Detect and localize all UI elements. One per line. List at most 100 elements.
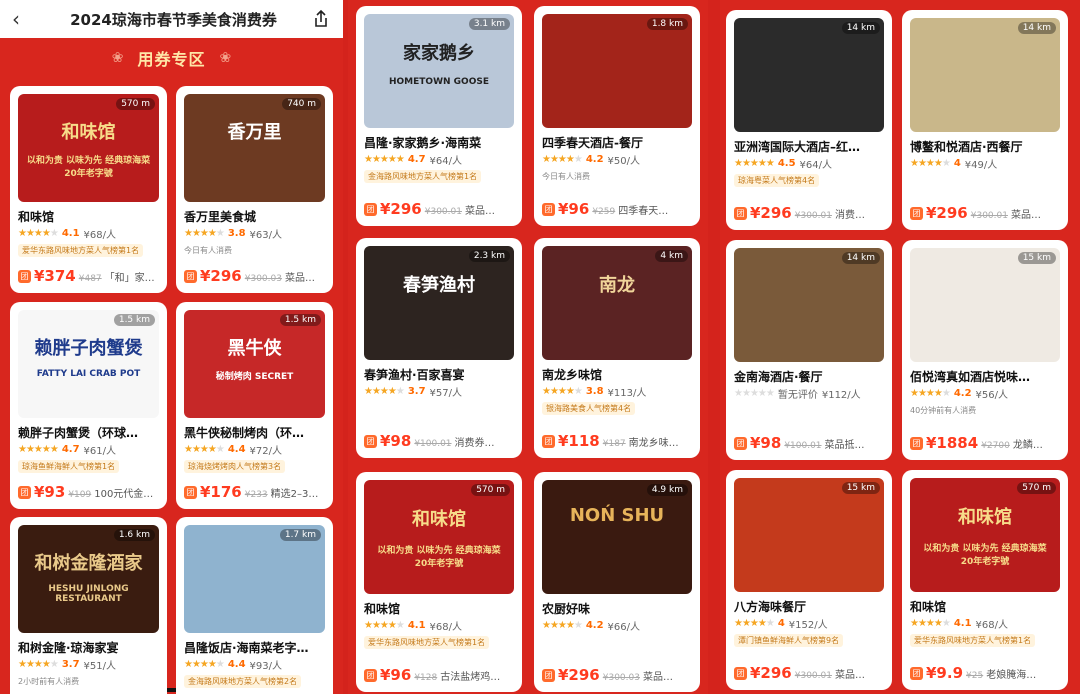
restaurant-card[interactable]: 香万里 740 m 香万里美食城 ★★★★★ 3.8 ¥63/人 今日有人消费团 ¥296 ¥3… xyxy=(176,86,333,293)
restaurant-photo[interactable]: 家家鹅乡 HOMETOWN GOOSE 3.1 km xyxy=(364,14,514,128)
restaurant-card[interactable]: 春笋渔村 2.3 km 春笋渔村·百家喜宴 ★★★★★ 3.7 ¥57/人团 ¥98 ¥100… xyxy=(356,238,522,458)
restaurant-card[interactable]: 家家鹅乡 HOMETOWN GOOSE 3.1 km 昌隆·家家鹅乡·海南菜 ★★★★★… xyxy=(356,6,522,226)
restaurant-photo[interactable]: 香万里 740 m xyxy=(184,94,325,202)
deal-price: ¥296 xyxy=(750,204,792,222)
restaurant-card[interactable]: NOŃ SHU 4.9 km 农厨好味 ★★★★★ 4.2 ¥66/人团 ¥296 ¥300.… xyxy=(534,472,700,692)
restaurant-name: 昌隆饭店·海南菜老字… xyxy=(184,641,309,655)
photo-subtitle-text: 以和为贵 以味为先 经典琼海菜 20年老字號 xyxy=(26,156,151,180)
deal-row[interactable]: 团 ¥98 ¥100.01 菜品抵… xyxy=(734,434,888,452)
average-price: ¥57/人 xyxy=(429,388,463,399)
rating-score: 4.2 xyxy=(953,388,972,399)
restaurant-card[interactable]: 和味馆 以和为贵 以味为先 经典琼海菜 20年老字號 570 m 和味馆 ★★★★★ 4.… xyxy=(902,470,1068,690)
deal-row[interactable]: 团 ¥9.9 ¥25 老娘腌海… xyxy=(910,664,1064,682)
restaurant-photo[interactable]: 赖胖子肉蟹煲 FATTY LAI CRAB POT 1.5 km xyxy=(18,310,159,418)
group-deal-icon: 团 xyxy=(18,485,31,499)
restaurant-card[interactable]: 1.7 km 昌隆饭店·海南菜老字… ★★★★★ 4.4 ¥93/人 金海路风味地方菜人气… xyxy=(176,517,333,694)
average-price: ¥72/人 xyxy=(249,446,283,457)
deal-row[interactable]: 团 ¥296 ¥300.03 菜品… xyxy=(542,666,696,684)
restaurant-photo[interactable]: NOŃ SHU 4.9 km xyxy=(542,480,692,594)
restaurant-photo[interactable]: 15 km xyxy=(910,248,1060,362)
rating-score: 3.8 xyxy=(585,386,604,397)
average-price: ¥152/人 xyxy=(788,620,828,631)
restaurant-card[interactable]: 黑牛侠 秘制烤肉 SECRET 1.5 km 黑牛侠秘制烤肉（环… ★★★★★ 4.4 ¥7… xyxy=(176,302,333,509)
deal-row[interactable]: 团 ¥1884 ¥2700 龙鳞… xyxy=(910,434,1064,452)
distance-badge: 15 km xyxy=(1017,252,1056,264)
restaurant-card[interactable]: 15 km 八方海味餐厅 ★★★★★ 4 ¥152/人 潭门镇鱼鲜海鲜人气榜第9名团 ¥29… xyxy=(726,470,892,690)
rating-score: 4.2 xyxy=(585,620,604,631)
deal-row[interactable]: 团 ¥96 ¥128 古法盐烤鸡… xyxy=(364,666,518,684)
rating-score: 4.2 xyxy=(585,154,604,165)
deal-row[interactable]: 团 ¥296 ¥300.01 菜品… xyxy=(910,204,1064,222)
restaurant-photo[interactable]: 1.7 km xyxy=(184,525,325,633)
restaurant-card[interactable]: 14 km 金南海酒店·餐厅 ★★★★★ 暂无评价 ¥112/人团 ¥98 ¥100.01 菜… xyxy=(726,240,892,460)
restaurant-photo[interactable]: 1.8 km xyxy=(542,14,692,128)
deal-price: ¥176 xyxy=(200,483,242,501)
group-deal-icon: 团 xyxy=(184,485,197,499)
deal-row[interactable]: 团 ¥296 ¥300.03 菜品… xyxy=(184,267,329,285)
deal-row[interactable]: 团 ¥296 ¥300.01 菜品… xyxy=(734,664,888,682)
restaurant-photo[interactable]: 南龙 4 km xyxy=(542,246,692,360)
distance-badge: 14 km xyxy=(1017,22,1056,34)
restaurant-card[interactable]: 15 km 佰悦湾真如酒店悦味… ★★★★★ 4.2 ¥56/人 40分钟前有人消费团 ¥1… xyxy=(902,240,1068,460)
restaurant-photo[interactable]: 和味馆 以和为贵 以味为先 经典琼海菜 20年老字號 570 m xyxy=(910,478,1060,592)
deal-row[interactable]: 团 ¥93 ¥109 100元代金… xyxy=(18,483,163,501)
restaurant-card[interactable]: 14 km 博鳌和悦酒店·西餐厅 ★★★★★ 4 ¥49/人团 ¥296 ¥300.01 菜品… xyxy=(902,10,1068,230)
deal-row[interactable]: 团 ¥98 ¥100.01 消费券… xyxy=(364,432,518,450)
deal-price: ¥118 xyxy=(558,432,600,450)
restaurant-name: 亚洲湾国际大酒店–红… xyxy=(734,140,861,154)
rating-stars: ★★★★★ xyxy=(734,388,775,399)
restaurant-photo[interactable]: 和味馆 以和为贵 以味为先 经典琼海菜 20年老字號 570 m xyxy=(364,480,514,594)
deal-row[interactable]: 团 ¥296 ¥300.01 消费… xyxy=(734,204,888,222)
original-price: ¥187 xyxy=(602,439,626,449)
distance-badge: 570 m xyxy=(116,98,155,110)
deal-row[interactable]: 团 ¥176 ¥233 精选2–3… xyxy=(184,483,329,501)
rating-score: 3.7 xyxy=(407,386,426,397)
restaurant-photo[interactable]: 14 km xyxy=(734,248,884,362)
rating-stars: ★★★★★ xyxy=(542,386,583,397)
group-deal-icon: 团 xyxy=(364,668,377,682)
restaurant-name: 春笋渔村·百家喜宴 xyxy=(364,368,465,382)
restaurant-card[interactable]: 和树金隆酒家 HESHU JINLONG RESTAURANT 1.6 km 和树金隆… xyxy=(10,517,167,694)
deal-name: 菜品… xyxy=(834,670,865,681)
rating-stars: ★★★★★ xyxy=(18,659,59,670)
group-deal-icon: 团 xyxy=(18,269,31,283)
restaurant-card[interactable]: 14 km 亚洲湾国际大酒店–红… ★★★★★ 4.5 ¥64/人 琼海粤菜人气榜第4名团… xyxy=(726,10,892,230)
restaurant-photo[interactable]: 14 km xyxy=(734,18,884,132)
restaurant-photo[interactable]: 15 km xyxy=(734,478,884,592)
group-deal-icon: 团 xyxy=(910,436,923,450)
rank-badge: 金海路风味地方菜人气榜第1名 xyxy=(364,170,482,183)
rating-row: ★★★★★ 4.2 ¥56/人 xyxy=(910,386,1062,401)
photo-subtitle-text: 以和为贵 以味为先 经典琼海菜 20年老字號 xyxy=(923,543,1047,567)
restaurant-photo[interactable]: 14 km xyxy=(910,18,1060,132)
photo-title-text: 和味馆 xyxy=(61,121,116,143)
restaurant-card[interactable]: 和味馆 以和为贵 以味为先 经典琼海菜 20年老字號 570 m 和味馆 ★★★★★ 4.… xyxy=(356,472,522,692)
average-price: ¥113/人 xyxy=(607,388,647,399)
group-deal-icon: 团 xyxy=(184,269,197,283)
deal-price: ¥374 xyxy=(34,267,76,285)
restaurant-card[interactable]: 和味馆 以和为贵 以味为先 经典琼海菜 20年老字號 570 m 和味馆 ★★★★★ 4.… xyxy=(10,86,167,293)
restaurant-photo[interactable]: 和味馆以和为贵 以味为先 经典琼海菜 20年老字號 570 m xyxy=(18,94,159,202)
back-chevron-icon[interactable]: ‹ xyxy=(12,7,36,31)
distance-badge: 740 m xyxy=(282,98,321,110)
restaurant-photo[interactable]: 和树金隆酒家 HESHU JINLONG RESTAURANT 1.6 km xyxy=(18,525,159,633)
restaurant-card[interactable]: 南龙 4 km 南龙乡味馆 ★★★★★ 3.8 ¥113/人 银海路美食人气榜第4名团 ¥11… xyxy=(534,238,700,458)
deal-row[interactable]: 团 ¥118 ¥187 南龙乡味… xyxy=(542,432,696,450)
deal-name: 龙鳞… xyxy=(1012,440,1043,451)
deal-name: 古法盐烤鸡… xyxy=(440,672,501,683)
rating-row: ★★★★★ 3.7 ¥51/人 xyxy=(18,657,161,672)
restaurant-photo[interactable]: 春笋渔村 2.3 km xyxy=(364,246,514,360)
restaurant-card[interactable]: 赖胖子肉蟹煲 FATTY LAI CRAB POT 1.5 km 赖胖子肉蟹煲（环球…… xyxy=(10,302,167,509)
rating-row: ★★★★★ 4 ¥152/人 xyxy=(734,616,886,631)
restaurant-name: 和味馆 xyxy=(910,600,947,614)
rating-stars: ★★★★★ xyxy=(910,388,951,399)
deal-row[interactable]: 团 ¥296 ¥300.01 菜品… xyxy=(364,200,518,218)
restaurant-card[interactable]: 1.8 km 四季春天酒店-餐厅 ★★★★★ 4.2 ¥50/人 今日有人消费团 ¥96 ¥2… xyxy=(534,6,700,226)
deal-row[interactable]: 团 ¥96 ¥259 四季春天… xyxy=(542,200,696,218)
middle-column-panel: 家家鹅乡 HOMETOWN GOOSE 3.1 km 昌隆·家家鹅乡·海南菜 ★★★★★… xyxy=(348,0,708,694)
average-price: ¥93/人 xyxy=(249,661,283,672)
deal-price: ¥296 xyxy=(750,664,792,682)
restaurant-photo[interactable]: 黑牛侠 秘制烤肉 SECRET 1.5 km xyxy=(184,310,325,418)
deal-row[interactable]: 团 ¥374 ¥487 「和」家… xyxy=(18,267,163,285)
group-deal-icon: 团 xyxy=(542,668,555,682)
share-icon[interactable] xyxy=(311,9,331,29)
